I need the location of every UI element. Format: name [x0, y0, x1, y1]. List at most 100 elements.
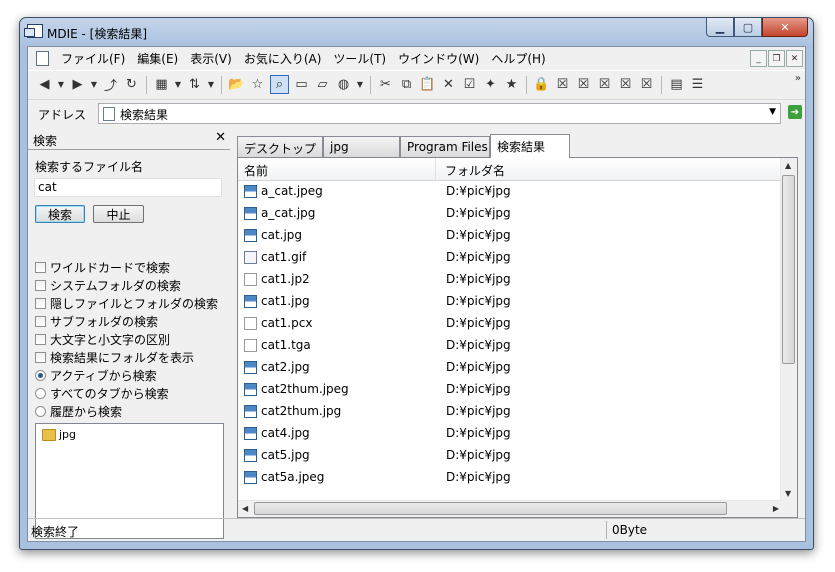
close-tab-icon[interactable]: ☒: [554, 76, 571, 93]
case-sensitive-checkbox[interactable]: 大文字と小文字の区別: [35, 331, 170, 348]
subfolder-checkbox[interactable]: サブフォルダの検索: [35, 313, 158, 330]
toolbar-overflow-icon[interactable]: »: [795, 73, 801, 84]
document-icon[interactable]: [36, 50, 49, 66]
column-name[interactable]: 名前: [244, 162, 268, 179]
view-mode-dropdown-icon[interactable]: ▼: [174, 76, 182, 93]
table-row[interactable]: cat5.jpg D:¥pic¥jpg: [238, 445, 783, 467]
close-all-tabs-icon[interactable]: ☒: [638, 76, 655, 93]
tab-jpg[interactable]: jpg: [323, 136, 400, 157]
tab-program-files[interactable]: Program Files: [400, 136, 490, 157]
table-row[interactable]: cat.jpg D:¥pic¥jpg: [238, 225, 783, 247]
status-size: 0Byte: [612, 523, 648, 537]
menu-file[interactable]: ファイル(F): [55, 50, 131, 67]
search-history-radio[interactable]: 履歴から検索: [35, 403, 122, 420]
back-icon[interactable]: ◀: [36, 76, 53, 93]
close-other-tabs-icon[interactable]: ☒: [575, 76, 592, 93]
table-row[interactable]: cat1.gif D:¥pic¥jpg: [238, 247, 783, 269]
up-folder-icon[interactable]: ⤴: [102, 76, 119, 94]
new-folder-icon[interactable]: ✦: [482, 76, 499, 93]
close-left-tabs-icon[interactable]: ☒: [596, 76, 613, 93]
sort-dropdown-icon[interactable]: ▼: [207, 76, 215, 93]
network-icon[interactable]: ◍: [335, 76, 352, 93]
search-icon[interactable]: ⌕: [270, 75, 289, 94]
folder-tree-icon[interactable]: 📂: [228, 76, 245, 93]
mdi-minimize-button[interactable]: _: [750, 50, 767, 67]
tab-search-results[interactable]: 検索結果: [490, 134, 570, 158]
sort-icon[interactable]: ⇅: [186, 76, 203, 93]
status-divider: [606, 521, 607, 539]
show-folders-checkbox[interactable]: 検索結果にフォルダを表示: [35, 349, 194, 366]
cascade-windows-icon[interactable]: ☰: [689, 76, 706, 93]
close-button[interactable]: ✕: [762, 18, 808, 37]
close-icon[interactable]: ✕: [215, 130, 226, 145]
add-favorite-icon[interactable]: ★: [503, 76, 520, 93]
filename-input[interactable]: cat: [34, 178, 222, 197]
mdi-close-button[interactable]: ✕: [786, 50, 803, 67]
vertical-scroll-thumb[interactable]: [782, 175, 795, 364]
scroll-left-icon[interactable]: ◀: [242, 504, 248, 513]
paste-icon[interactable]: 📋: [419, 76, 436, 93]
menu-favorites[interactable]: お気に入り(A): [238, 50, 328, 67]
mdi-restore-button[interactable]: ❐: [768, 50, 785, 67]
table-row[interactable]: cat2.jpg D:¥pic¥jpg: [238, 357, 783, 379]
table-row[interactable]: cat1.jpg D:¥pic¥jpg: [238, 291, 783, 313]
back-dropdown-icon[interactable]: ▼: [57, 76, 65, 93]
maximize-button[interactable]: ▢: [734, 18, 762, 37]
properties-icon[interactable]: ☑: [461, 76, 478, 93]
address-input[interactable]: 検索結果 ▼: [98, 103, 781, 124]
scroll-up-icon[interactable]: ▲: [785, 161, 791, 170]
refresh-icon[interactable]: ↻: [123, 76, 140, 93]
table-row[interactable]: cat1.pcx D:¥pic¥jpg: [238, 313, 783, 335]
forward-dropdown-icon[interactable]: ▼: [90, 76, 98, 93]
wildcard-checkbox[interactable]: ワイルドカードで検索: [35, 259, 170, 276]
network-dropdown-icon[interactable]: ▼: [356, 76, 364, 93]
close-right-tabs-icon[interactable]: ☒: [617, 76, 634, 93]
view-mode-icon[interactable]: ▦: [153, 76, 170, 93]
menu-help[interactable]: ヘルプ(H): [485, 50, 551, 67]
system-folder-checkbox[interactable]: システムフォルダの検索: [35, 277, 181, 294]
vertical-scrollbar[interactable]: ▲ ▼: [780, 158, 797, 501]
file-name: cat1.pcx: [261, 316, 313, 330]
stop-button[interactable]: 中止: [93, 205, 144, 223]
menu-view[interactable]: 表示(V): [184, 50, 238, 67]
tab-desktop[interactable]: デスクトップ: [237, 136, 323, 157]
tree-item[interactable]: jpg: [42, 428, 76, 441]
table-row[interactable]: a_cat.jpg D:¥pic¥jpg: [238, 203, 783, 225]
address-dropdown-icon[interactable]: ▼: [769, 107, 776, 117]
go-arrow-icon[interactable]: ➔: [788, 105, 802, 119]
file-name: a_cat.jpeg: [261, 184, 323, 198]
hidden-files-checkbox[interactable]: 隠しファイルとフォルダの検索: [35, 295, 218, 312]
scroll-down-icon[interactable]: ▼: [785, 489, 791, 498]
forward-icon[interactable]: ▶: [69, 76, 86, 93]
status-text: 検索終了: [31, 525, 80, 539]
lock-icon[interactable]: 🔒: [533, 76, 550, 93]
menu-edit[interactable]: 編集(E): [131, 50, 184, 67]
table-row[interactable]: cat4.jpg D:¥pic¥jpg: [238, 423, 783, 445]
table-row[interactable]: cat2thum.jpeg D:¥pic¥jpg: [238, 379, 783, 401]
drive-icon[interactable]: ▱: [314, 76, 331, 93]
tab-bar: デスクトップ jpg Program Files 検索結果: [237, 134, 797, 158]
table-row[interactable]: cat5a.jpeg D:¥pic¥jpg: [238, 467, 783, 489]
menu-tools[interactable]: ツール(T): [327, 50, 392, 67]
search-active-radio[interactable]: アクティブから検索: [35, 367, 157, 384]
preview-icon[interactable]: ▭: [293, 76, 310, 93]
horizontal-scroll-thumb[interactable]: [254, 502, 727, 515]
table-row[interactable]: cat1.tga D:¥pic¥jpg: [238, 335, 783, 357]
menu-window[interactable]: ウインドウ(W): [392, 50, 485, 67]
delete-icon[interactable]: ✕: [440, 76, 457, 93]
search-all-tabs-radio[interactable]: すべてのタブから検索: [35, 385, 169, 402]
table-row[interactable]: cat1.jp2 D:¥pic¥jpg: [238, 269, 783, 291]
tile-windows-icon[interactable]: ▤: [668, 76, 685, 93]
horizontal-scrollbar[interactable]: ◀ ▶: [238, 500, 783, 517]
table-row[interactable]: cat2thum.jpg D:¥pic¥jpg: [238, 401, 783, 423]
column-folder[interactable]: フォルダ名: [445, 162, 505, 179]
copy-icon[interactable]: ⧉: [398, 76, 415, 93]
cut-icon[interactable]: ✂: [377, 76, 394, 93]
favorites-star-icon[interactable]: ☆: [249, 76, 266, 93]
table-row[interactable]: a_cat.jpeg D:¥pic¥jpg: [238, 181, 783, 203]
minimize-button[interactable]: ▁: [706, 18, 734, 37]
search-button[interactable]: 検索: [35, 205, 85, 223]
image-icon: [244, 405, 257, 418]
scroll-right-icon[interactable]: ▶: [773, 504, 779, 513]
column-divider[interactable]: [435, 158, 436, 180]
